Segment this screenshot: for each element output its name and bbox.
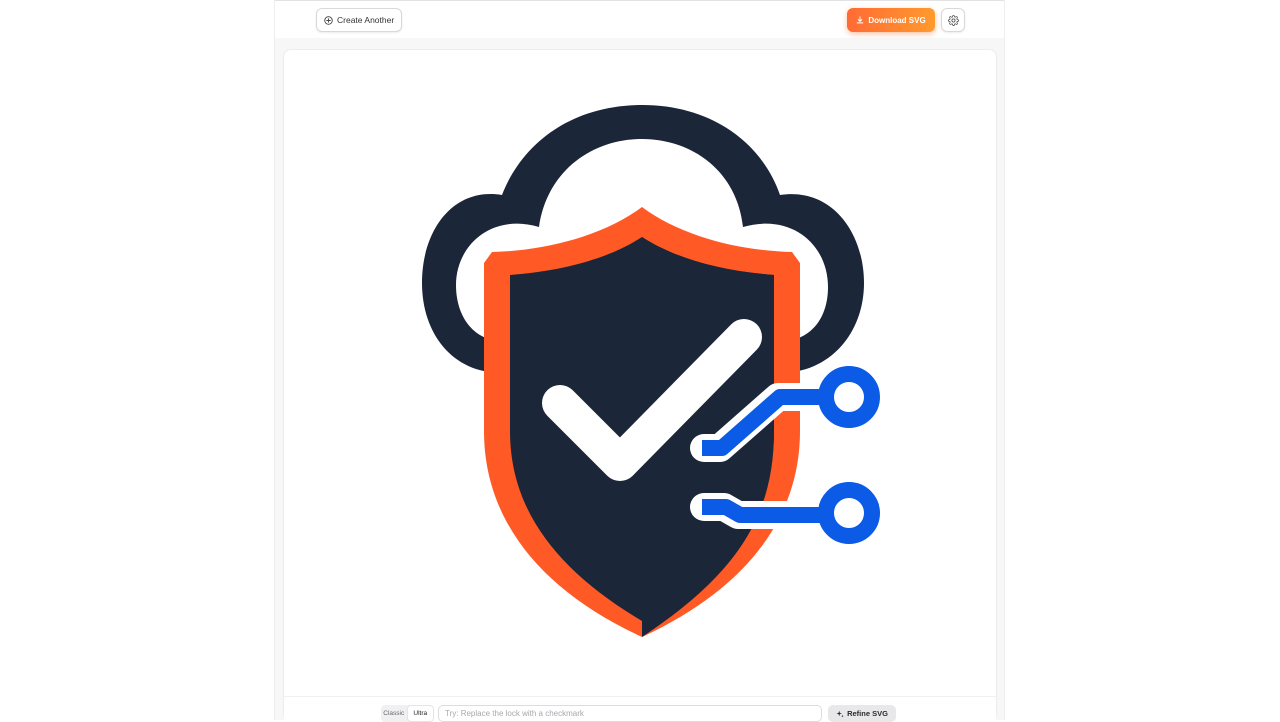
download-icon bbox=[857, 16, 864, 24]
plus-circle-icon bbox=[324, 15, 333, 25]
sparkle-icon bbox=[836, 710, 844, 717]
download-svg-label: Download SVG bbox=[868, 15, 926, 25]
gear-icon bbox=[947, 14, 959, 26]
mode-classic[interactable]: Classic bbox=[381, 705, 407, 722]
svg-preview-canvas: Classic Ultra Refine SVG bbox=[283, 49, 997, 722]
mode-toggle: Classic Ultra bbox=[381, 705, 434, 722]
cloud-shield-checkmark-icon bbox=[422, 105, 887, 637]
top-toolbar: Create Another Download SVG bbox=[275, 0, 1004, 38]
refine-prompt-input[interactable] bbox=[438, 705, 822, 722]
create-another-button[interactable]: Create Another bbox=[316, 8, 403, 32]
editor-column: Create Another Download SVG Classic Ultr… bbox=[274, 0, 1005, 722]
download-svg-button[interactable]: Download SVG bbox=[847, 8, 935, 32]
refine-bar: Classic Ultra Refine SVG bbox=[284, 696, 996, 722]
refine-svg-label: Refine SVG bbox=[847, 709, 888, 718]
mode-ultra[interactable]: Ultra bbox=[406, 705, 434, 722]
settings-button[interactable] bbox=[941, 8, 965, 32]
create-another-label: Create Another bbox=[337, 15, 395, 25]
refine-svg-button[interactable]: Refine SVG bbox=[828, 705, 896, 722]
